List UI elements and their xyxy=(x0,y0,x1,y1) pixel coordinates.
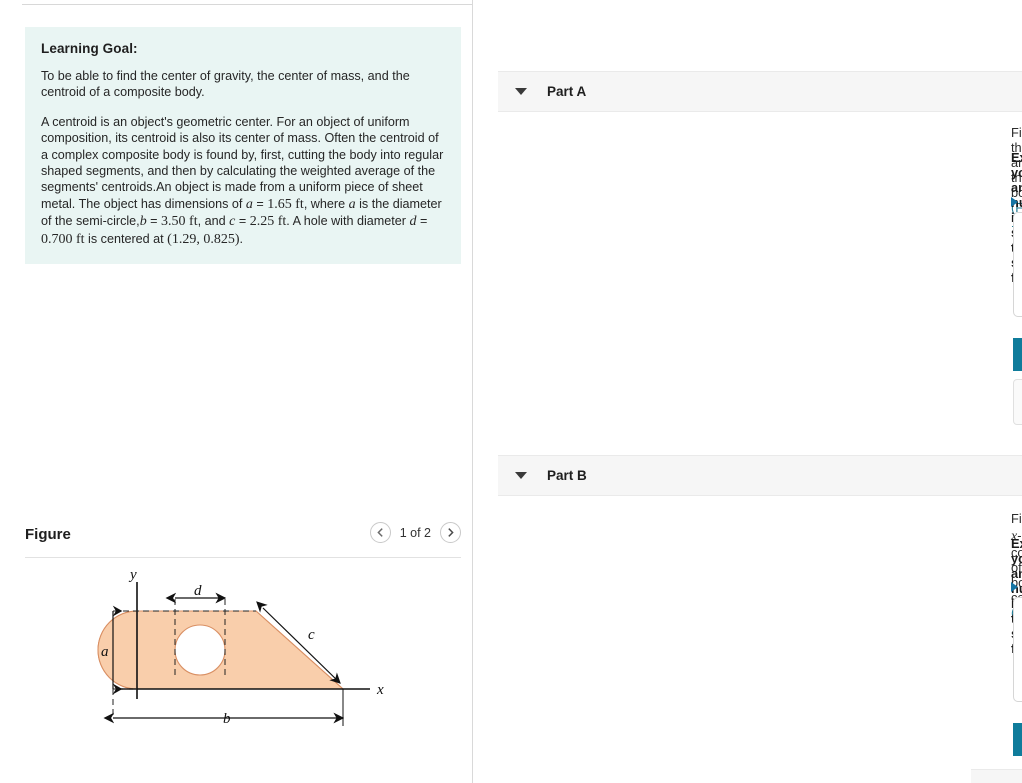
chevron-right-icon xyxy=(448,528,454,537)
learning-goal-paragraph-1: To be able to find the center of gravity… xyxy=(41,69,410,100)
y-axis-label: y xyxy=(128,567,137,583)
dimension-a-label: a xyxy=(101,644,109,660)
figure-prev-button[interactable] xyxy=(369,522,391,543)
part-b-label: Part B xyxy=(547,468,587,483)
lg-text-4: , and xyxy=(197,214,230,229)
lg-var-b: b xyxy=(139,214,147,230)
learning-goal-box: Learning Goal: To be able to find the ce… xyxy=(25,27,461,265)
lg-eq-1: = xyxy=(252,196,268,211)
part-a-answer-card: ΑΣϕ vec xyxy=(1013,212,1022,317)
figure-title: Figure xyxy=(25,526,71,543)
lg-val-b: 3.50 xyxy=(161,214,186,230)
part-a-answer-row: A = ft2 xyxy=(1014,260,1022,316)
figure-navigation: 1 of 2 xyxy=(369,522,461,543)
part-a-header[interactable]: Part A xyxy=(498,71,1022,112)
lg-center-coords: (1.29, 0.825) xyxy=(167,231,240,247)
dimension-b-label: b xyxy=(223,711,231,727)
part-b-answer-row: x̄ = ft xyxy=(1014,645,1022,701)
figure-diagram[interactable]: a d c b y x xyxy=(25,566,465,783)
part-a-submit-button[interactable]: Submit xyxy=(1013,338,1022,371)
lg-eq-3: = xyxy=(235,214,250,229)
caret-down-icon xyxy=(515,472,527,479)
part-b-prompt-pre: Find xyxy=(1011,511,1022,526)
hole-circle xyxy=(174,624,226,676)
lg-val-a: 1.65 xyxy=(267,196,292,212)
lg-unit-d: ft xyxy=(76,231,85,247)
lg-val-c: 2.25 xyxy=(249,214,275,230)
caret-right-icon xyxy=(1011,197,1018,207)
caret-down-icon xyxy=(515,88,527,95)
learning-goal-paragraph-2: A centroid is an object's geometric cent… xyxy=(41,114,445,248)
lg-period: . xyxy=(239,231,244,246)
next-part-header-strip[interactable] xyxy=(971,769,1022,783)
x-axis-label: x xyxy=(376,682,384,698)
lg-unit-c: ft xyxy=(277,214,287,230)
figure-divider xyxy=(25,557,461,558)
caret-right-icon xyxy=(1011,582,1018,592)
dimension-d-label: d xyxy=(194,583,202,599)
lg-eq-2: = xyxy=(146,214,162,229)
part-a-label: Part A xyxy=(547,84,587,99)
part-b-submit-button[interactable]: Submit xyxy=(1013,723,1022,756)
right-panel: Part A Find the area of the body. (Figur… xyxy=(473,0,1022,783)
part-b-answer-card: ΑΣϕ vec xyxy=(1013,597,1022,702)
figure-counter: 1 of 2 xyxy=(399,525,431,540)
lg-text-2: , where xyxy=(303,196,349,211)
figure-header: Figure 1 of 2 xyxy=(25,522,461,560)
figure-next-button[interactable] xyxy=(440,522,461,543)
left-panel: Learning Goal: To be able to find the ce… xyxy=(0,0,472,783)
part-b-header[interactable]: Part B xyxy=(498,455,1022,496)
lg-var-a: a xyxy=(245,196,253,212)
composite-body-diagram: a d c b y x xyxy=(97,567,384,727)
lg-unit-b: ft xyxy=(189,214,198,230)
part-a-feedback: ✖ Incorrect; Try Again; 5 attempts remai… xyxy=(1013,379,1022,425)
learning-goal-title: Learning Goal: xyxy=(41,41,138,56)
lg-eq-4: = xyxy=(416,214,428,229)
lg-unit-a: ft xyxy=(295,196,304,212)
lg-var-a2: a xyxy=(348,196,356,212)
page-root: Learning Goal: To be able to find the ce… xyxy=(0,0,1022,783)
lg-val-d: 0.700 xyxy=(41,231,73,247)
lg-text-5: . A hole with diameter xyxy=(286,214,410,229)
dimension-c-label: c xyxy=(308,627,315,643)
lg-text-6: is centered at xyxy=(84,231,168,246)
chevron-left-icon xyxy=(377,528,383,537)
